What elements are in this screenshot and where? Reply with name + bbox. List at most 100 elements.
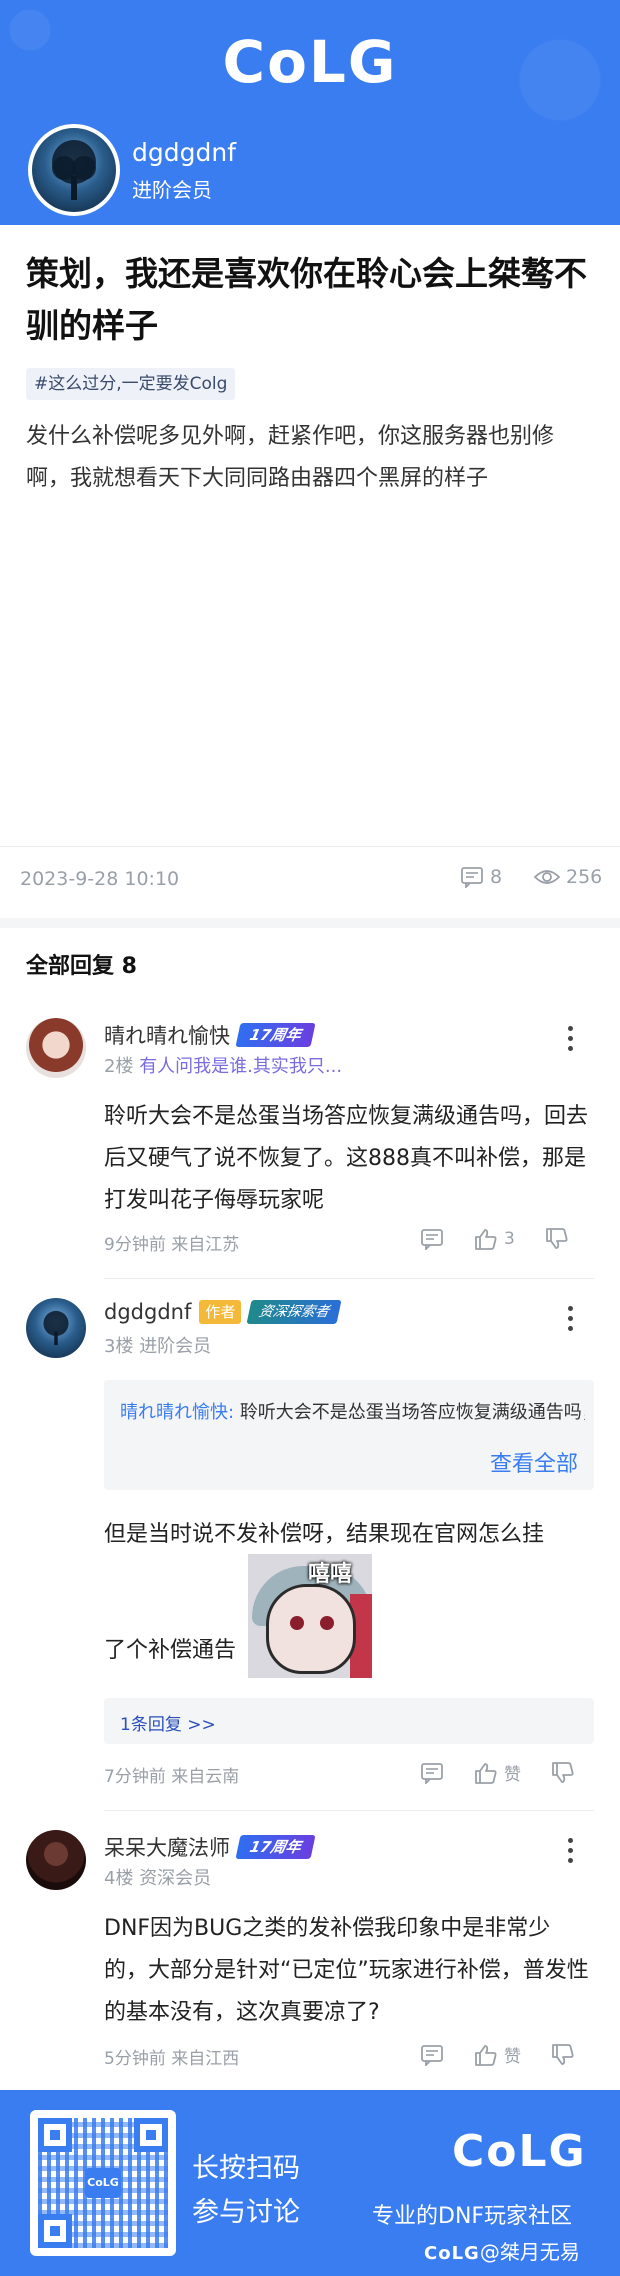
like-count: 3	[504, 1229, 515, 1249]
qr-finder	[38, 2214, 72, 2248]
comment-count[interactable]: 8	[460, 866, 502, 888]
reply-text: DNF因为BUG之类的发补偿我印象中是非常少的，大部分是针对“已定位”玩家进行补…	[104, 1916, 589, 2025]
user-level: 资深会员	[139, 1868, 212, 1889]
reply-author-name[interactable]: 晴れ晴れ愉快	[104, 1020, 230, 1050]
user-level: 进阶会员	[139, 1336, 212, 1357]
dislike-button[interactable]	[545, 1228, 569, 1250]
reply-button[interactable]	[420, 1228, 444, 1250]
qr-logo: CoLG	[85, 2168, 121, 2198]
sticker-text: 嘻嘻	[308, 1562, 353, 1587]
anniversary-badge: 17周年	[235, 1835, 316, 1859]
view-count: 256	[534, 866, 602, 888]
author-name[interactable]: dgdgdnf	[132, 138, 236, 167]
thumb-down-icon	[552, 2043, 574, 2065]
more-options-icon[interactable]	[568, 1838, 576, 1868]
thumb-down-icon	[545, 1228, 568, 1249]
anniversary-badge: 17周年	[235, 1023, 316, 1047]
reply-actions: 3	[420, 1228, 599, 1250]
footer-slogan: 专业的DNF玩家社区	[372, 2204, 573, 2229]
eye-icon	[534, 870, 560, 884]
reply-meta: 5分钟前 来自江西	[104, 2049, 240, 2069]
thumb-up-icon	[475, 2044, 497, 2066]
reply-meta: 7分钟前 来自云南	[104, 1767, 240, 1787]
reply-actions: 赞	[420, 1760, 605, 1785]
thumb-up-icon	[475, 1229, 497, 1250]
sticker-eye	[320, 1616, 334, 1630]
sticker-eye	[290, 1616, 304, 1630]
tree-avatar-icon	[52, 140, 96, 200]
avatar[interactable]	[26, 1298, 86, 1358]
reply-floor: 2楼 有人问我是谁.其实我只...	[104, 1052, 342, 1078]
floor-number: 3楼	[104, 1336, 134, 1357]
quote-line: 晴れ晴れ愉快: 聆听大会不是怂蛋当场答应恢复满级通告吗，回去后又硬气了说不恢复了…	[120, 1398, 585, 1424]
footer-credit: CoLG@桀月无易	[424, 2236, 580, 2265]
colg-logo: CoLG	[222, 28, 398, 96]
comment-icon	[461, 867, 483, 888]
divider	[0, 846, 620, 847]
post-body: 发什么补偿呢多见外啊，赶紧作吧，你这服务器也别修啊，我就想看天下大同同路由器四个…	[26, 424, 555, 491]
qr-finder	[38, 2118, 72, 2152]
reply-text-line2: 了个补偿通告	[104, 1638, 237, 1663]
reply-floor: 4楼 资深会员	[104, 1864, 211, 1890]
sticker-image[interactable]: 嘻嘻	[248, 1554, 372, 1678]
footer-join-text: 参与讨论	[192, 2197, 300, 2228]
reply-author: dgdgdnf 作者 资深探索者	[104, 1300, 342, 1324]
reply-text: 聆听大会不是怂蛋当场答应恢复满级通告吗，回去后又硬气了说不恢复了。这888真不叫…	[104, 1104, 589, 1213]
explorer-badge: 资深探索者	[246, 1300, 342, 1324]
replies-header: 全部回复 8	[26, 954, 137, 979]
view-all-link[interactable]: 查看全部	[490, 1446, 578, 1478]
post-date: 2023-9-28 10:10	[20, 868, 180, 890]
colg-logo: CoLG	[452, 2126, 587, 2177]
comment-icon	[421, 2044, 443, 2066]
thumb-down-icon	[552, 1761, 574, 1783]
comment-icon	[421, 1762, 443, 1784]
topic-tag[interactable]: #这么过分,一定要发Colg	[26, 368, 236, 400]
quoted-reply: 晴れ晴れ愉快: 聆听大会不是怂蛋当场答应恢复满级通告吗，回去后又硬气了说不恢复了…	[104, 1380, 594, 1490]
footer-banner: CoLG 长按扫码 参与讨论 CoLG 专业的DNF玩家社区 CoLG@桀月无易	[0, 2090, 620, 2276]
quote-author[interactable]: 晴れ晴れ愉快:	[120, 1402, 234, 1423]
divider	[104, 1278, 594, 1279]
footer-scan-text: 长按扫码	[192, 2153, 300, 2184]
reply-author-name[interactable]: 呆呆大魔法师	[104, 1832, 230, 1862]
sticker-face	[266, 1584, 356, 1674]
credit-logo: CoLG	[424, 2243, 480, 2264]
qr-code[interactable]: CoLG	[30, 2110, 176, 2256]
thumb-up-icon	[475, 1762, 497, 1784]
view-count-value: 256	[566, 866, 603, 888]
author-level: 进阶会员	[132, 178, 212, 202]
qr-pattern: CoLG	[38, 2118, 168, 2248]
like-button[interactable]: 赞	[474, 2042, 521, 2067]
more-options-icon[interactable]	[568, 1306, 576, 1336]
avatar[interactable]	[26, 1018, 86, 1078]
author-badge: 作者	[199, 1300, 242, 1324]
more-options-icon[interactable]	[568, 1026, 576, 1056]
like-button[interactable]: 3	[474, 1228, 515, 1250]
post-title: 策划，我还是喜欢你在聆心会上桀骜不驯的样子	[26, 254, 587, 345]
reply-button[interactable]	[420, 2044, 444, 2066]
like-label: 赞	[504, 1765, 521, 1785]
reply-author: 呆呆大魔法师 17周年	[104, 1832, 316, 1862]
like-label: 赞	[504, 2047, 521, 2067]
like-button[interactable]: 赞	[474, 1760, 521, 1785]
user-signature: 有人问我是谁.其实我只...	[139, 1056, 343, 1077]
dislike-button[interactable]	[551, 2043, 575, 2066]
reply-floor: 3楼 进阶会员	[104, 1332, 211, 1358]
floor-number: 2楼	[104, 1056, 134, 1077]
author-avatar[interactable]	[28, 124, 120, 216]
reply-button[interactable]	[420, 1762, 444, 1784]
divider	[104, 1810, 594, 1811]
avatar[interactable]	[26, 1830, 86, 1890]
comment-count-value: 8	[490, 866, 503, 888]
dislike-button[interactable]	[551, 1761, 575, 1784]
reply-text-line1: 但是当时说不发补偿呀，结果现在官网怎么挂	[104, 1522, 545, 1547]
header-banner: CoLG dgdgdnf 进阶会员	[0, 0, 620, 225]
credit-user: @桀月无易	[479, 2240, 580, 2264]
tree-avatar-icon	[43, 1310, 69, 1346]
sub-reply-bar[interactable]: 1条回复 >>	[104, 1698, 594, 1744]
qr-finder	[134, 2118, 168, 2152]
reply-actions: 赞	[420, 2042, 605, 2067]
sub-reply-link[interactable]: 1条回复 >>	[120, 1710, 216, 1735]
quote-text: 聆听大会不是怂蛋当场答应恢复满级通告吗，回去后又硬气了说不恢复了。	[239, 1402, 585, 1423]
comment-icon	[421, 1229, 443, 1250]
reply-author-name[interactable]: dgdgdnf	[104, 1300, 191, 1324]
